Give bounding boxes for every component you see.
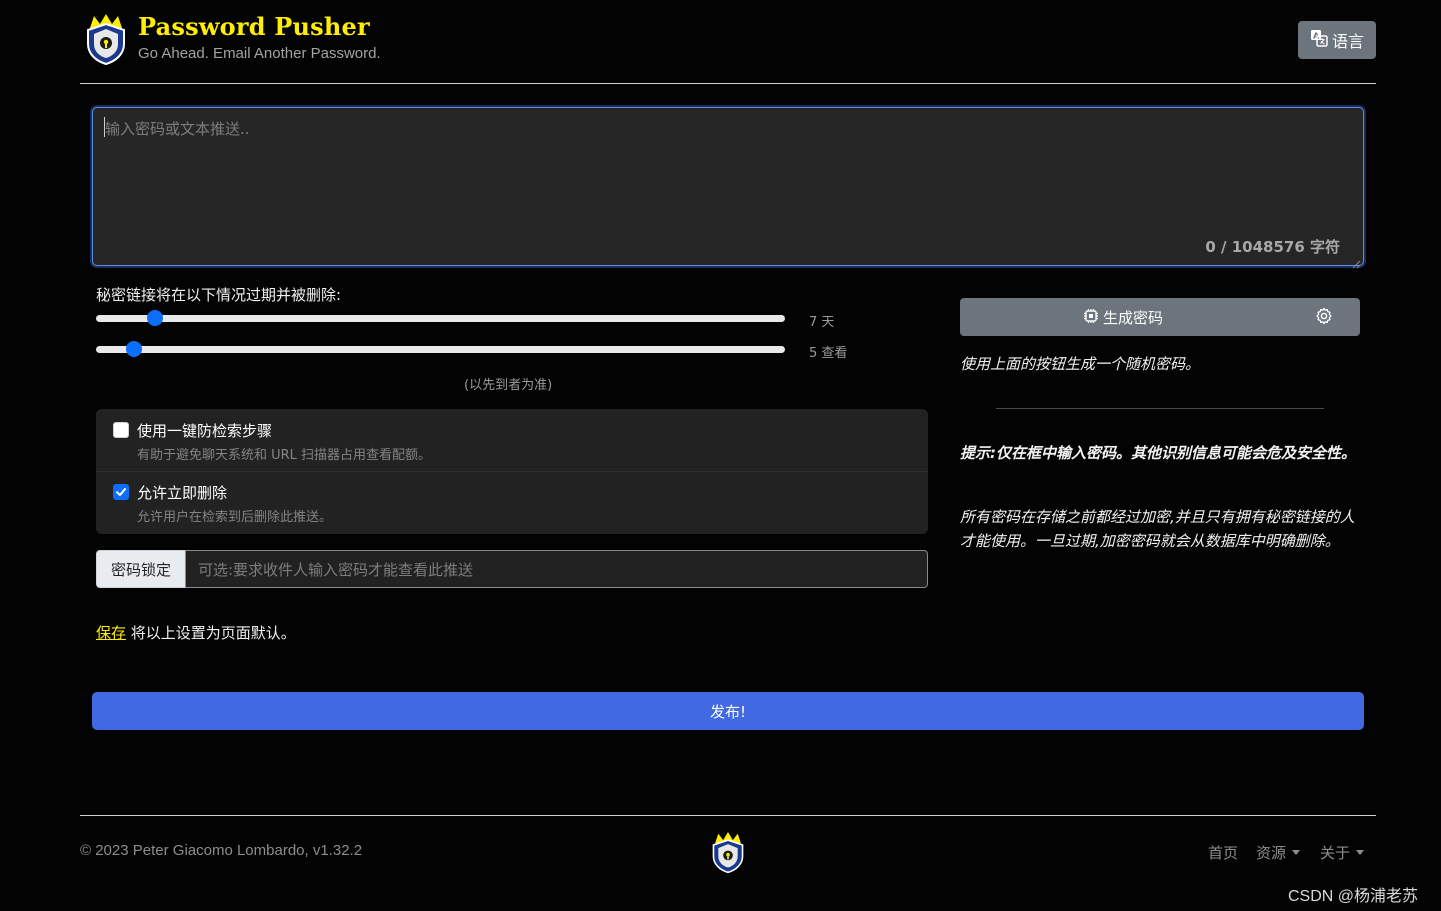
language-label: 语言 [1331,32,1364,51]
views-slider-thumb[interactable] [126,341,143,357]
deletable-description: 允许用户在检索到后删除此推送。 [137,510,333,525]
app-title[interactable]: Password Pusher [138,12,370,41]
chip-icon [1083,308,1099,328]
footer-divider [80,815,1376,816]
retrieval-step-title[interactable]: 使用一键防检索步骤 [137,420,272,441]
csdn-watermark: CSDN @杨浦老苏 [1288,888,1419,905]
payload-textarea[interactable] [92,107,1364,266]
resize-handle-icon[interactable] [1352,254,1361,269]
save-defaults-text: 将以上设置为页面默认。 [126,624,296,642]
retrieval-step-checkbox[interactable] [113,422,129,438]
footer-copyright: © 2023 Peter Giacomo Lombardo, v1.32.2 [80,842,363,859]
encryption-note: 所有密码在存储之前都经过加密,并且只有拥有秘密链接的人才能使用。一旦过期,加密密… [960,508,1355,550]
deletable-checkbox[interactable] [113,484,129,500]
generator-hint: 使用上面的按钮生成一个随机密码。 [960,355,1201,373]
generator-settings-gear-icon[interactable] [1315,307,1333,325]
expiration-label: 秘密链接将在以下情况过期并被删除: [96,286,342,304]
footer-link-home[interactable]: 首页 [1208,842,1238,863]
days-slider-thumb[interactable] [147,310,164,326]
check-icon [116,488,126,496]
footer-link-home-label: 首页 [1208,844,1239,862]
save-defaults-link[interactable]: 保存 [96,624,126,642]
deletable-title[interactable]: 允许立即删除 [137,482,227,503]
header-divider [80,83,1376,84]
language-button[interactable]: A 语言 [1298,21,1376,59]
retrieval-step-description: 有助于避免聊天系统和 URL 扫描器占用查看配额。 [137,448,432,463]
footer-link-resources-label: 资源 [1256,844,1287,862]
footer-logo-icon[interactable] [710,832,746,874]
save-defaults-line: 保存 将以上设置为页面默认。 [96,622,296,643]
days-value: 7 天 [809,315,835,330]
right-divider [996,408,1324,409]
character-counter: 0 / 1048576 字符 [1205,238,1340,256]
generate-password-label-wrap[interactable]: 生成密码 [1083,307,1163,328]
passphrase-placeholder: 可选:要求收件人输入密码才能查看此推送 [198,560,474,579]
days-slider-track[interactable] [96,315,785,322]
logo-icon[interactable] [84,14,128,66]
passphrase-input[interactable]: 可选:要求收件人输入密码才能查看此推送 [185,550,928,588]
views-value: 5 查看 [809,346,848,361]
generate-password-label: 生成密码 [1103,309,1164,327]
chevron-down-icon [1356,850,1365,855]
whichever-first-note: (以先到者为准) [464,378,553,393]
payload-placeholder: 输入密码或文本推送.. [105,120,250,138]
footer-link-about[interactable]: 关于 [1320,842,1365,863]
options-divider [96,471,928,472]
security-tip: 提示:仅在框中输入密码。其他识别信息可能会危及安全性。 [960,444,1357,462]
chevron-down-icon [1292,850,1301,855]
views-slider-track[interactable] [96,346,785,353]
footer-link-resources[interactable]: 资源 [1256,842,1301,863]
passphrase-label: 密码锁定 [96,550,186,588]
translate-icon: A [1310,29,1328,51]
publish-button[interactable]: 发布! [92,692,1364,730]
footer-link-about-label: 关于 [1320,844,1351,862]
app-tagline: Go Ahead. Email Another Password. [138,45,381,62]
